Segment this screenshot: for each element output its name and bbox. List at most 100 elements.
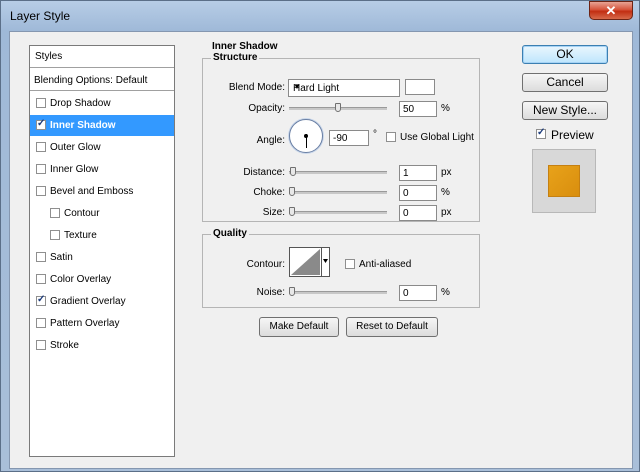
- choke-slider[interactable]: [289, 187, 387, 197]
- section-title: Inner Shadow: [210, 41, 280, 52]
- preview-checkbox[interactable]: [536, 127, 546, 139]
- style-item-checkbox[interactable]: [36, 294, 46, 306]
- size-slider-thumb[interactable]: [289, 207, 295, 216]
- style-item-checkbox[interactable]: [36, 118, 46, 130]
- style-item-label: Outer Glow: [50, 142, 101, 153]
- style-item-color-overlay[interactable]: Color Overlay: [30, 269, 174, 290]
- choke-slider-thumb[interactable]: [289, 187, 295, 196]
- distance-slider-track: [289, 171, 387, 174]
- style-item-label: Gradient Overlay: [50, 296, 126, 307]
- noise-slider-thumb[interactable]: [289, 287, 295, 296]
- use-global-light-label: Use Global Light: [400, 132, 474, 143]
- style-item-contour[interactable]: Contour: [30, 203, 174, 224]
- style-item-bevel-and-emboss[interactable]: Bevel and Emboss: [30, 181, 174, 202]
- reset-to-default-button[interactable]: Reset to Default: [346, 317, 438, 337]
- style-item-stroke[interactable]: Stroke: [30, 335, 174, 356]
- choke-unit: %: [441, 187, 450, 198]
- noise-slider-track: [289, 291, 387, 294]
- style-item-checkbox[interactable]: [36, 274, 46, 284]
- title-bar[interactable]: Layer Style ✕: [1, 1, 639, 31]
- style-item-checkbox[interactable]: [36, 142, 46, 152]
- styles-header[interactable]: Styles: [30, 46, 174, 68]
- noise-label: Noise:: [256, 287, 285, 298]
- chevron-down-icon: ▼: [293, 82, 301, 91]
- choke-slider-track: [289, 191, 387, 194]
- angle-dial[interactable]: [289, 119, 323, 153]
- style-item-label: Inner Glow: [50, 164, 99, 175]
- noise-unit: %: [441, 287, 450, 298]
- style-item-checkbox[interactable]: [50, 208, 60, 218]
- distance-slider-thumb[interactable]: [290, 167, 296, 176]
- ok-button[interactable]: OK: [522, 45, 608, 64]
- style-item-gradient-overlay[interactable]: Gradient Overlay: [30, 291, 174, 312]
- style-item-satin[interactable]: Satin: [30, 247, 174, 268]
- distance-unit: px: [441, 167, 452, 178]
- size-slider[interactable]: [289, 207, 387, 217]
- layer-style-window: Layer Style ✕ Styles Blending Options: D…: [0, 0, 640, 472]
- style-item-inner-glow[interactable]: Inner Glow: [30, 159, 174, 180]
- close-button[interactable]: ✕: [589, 1, 633, 20]
- cancel-button[interactable]: Cancel: [522, 73, 608, 92]
- style-item-label: Bevel and Emboss: [50, 186, 134, 197]
- styles-header-label: Styles: [35, 51, 63, 62]
- angle-input[interactable]: -90: [329, 130, 369, 146]
- style-item-drop-shadow[interactable]: Drop Shadow: [30, 93, 174, 114]
- style-item-inner-shadow[interactable]: Inner Shadow: [30, 115, 174, 136]
- preview-box: [532, 149, 596, 213]
- make-default-button[interactable]: Make Default: [259, 317, 339, 337]
- anti-aliased-checkbox[interactable]: [345, 259, 355, 269]
- style-item-texture[interactable]: Texture: [30, 225, 174, 246]
- blend-mode-label: Blend Mode:: [228, 82, 285, 93]
- opacity-unit: %: [441, 103, 450, 114]
- new-style-button[interactable]: New Style...: [522, 101, 608, 120]
- style-item-label: Drop Shadow: [50, 98, 111, 109]
- style-item-checkbox[interactable]: [36, 186, 46, 196]
- distance-input[interactable]: 1: [399, 165, 437, 181]
- opacity-slider-thumb[interactable]: [335, 103, 341, 112]
- angle-dial-center: [304, 134, 308, 138]
- choke-input[interactable]: 0: [399, 185, 437, 201]
- style-item-checkbox[interactable]: [36, 340, 46, 350]
- window-title: Layer Style: [10, 9, 71, 23]
- style-item-label: Color Overlay: [50, 274, 112, 285]
- blend-mode-select[interactable]: Hard Light ▼: [288, 79, 400, 97]
- size-unit: px: [441, 207, 452, 218]
- style-item-label: Inner Shadow: [50, 120, 116, 131]
- style-item-checkbox[interactable]: [36, 318, 46, 328]
- style-item-checkbox[interactable]: [36, 252, 46, 262]
- use-global-light-checkbox[interactable]: [386, 132, 396, 142]
- contour-linear-icon: [290, 248, 328, 276]
- blending-options-item[interactable]: Blending Options: Default: [30, 70, 174, 91]
- style-item-label: Texture: [64, 230, 97, 241]
- distance-label: Distance:: [243, 167, 285, 178]
- size-label: Size:: [262, 207, 285, 218]
- noise-slider[interactable]: [289, 287, 387, 297]
- opacity-slider[interactable]: [289, 103, 387, 113]
- quality-title: Quality: [211, 228, 249, 239]
- preview-swatch: [548, 165, 580, 197]
- structure-group: Structure Blend Mode: Hard Light ▼ Opaci…: [202, 52, 480, 222]
- style-item-checkbox[interactable]: [36, 164, 46, 174]
- style-item-pattern-overlay[interactable]: Pattern Overlay: [30, 313, 174, 334]
- style-item-outer-glow[interactable]: Outer Glow: [30, 137, 174, 158]
- anti-aliased-label: Anti-aliased: [359, 259, 412, 270]
- dialog-client: Styles Blending Options: Default Drop Sh…: [9, 31, 633, 469]
- style-item-checkbox[interactable]: [50, 230, 60, 240]
- angle-unit: °: [373, 129, 377, 140]
- opacity-label: Opacity:: [248, 103, 285, 114]
- shadow-color-swatch[interactable]: [405, 79, 435, 95]
- style-item-label: Contour: [64, 208, 100, 219]
- size-slider-track: [289, 211, 387, 214]
- close-icon: ✕: [605, 3, 617, 18]
- noise-input[interactable]: 0: [399, 285, 437, 301]
- distance-slider[interactable]: [289, 167, 387, 177]
- style-item-label: Pattern Overlay: [50, 318, 120, 329]
- style-item-label: Stroke: [50, 340, 79, 351]
- contour-picker[interactable]: [289, 247, 330, 277]
- structure-title: Structure: [211, 52, 260, 63]
- style-item-label: Satin: [50, 252, 73, 263]
- choke-label: Choke:: [253, 187, 285, 198]
- size-input[interactable]: 0: [399, 205, 437, 221]
- opacity-input[interactable]: 50: [399, 101, 437, 117]
- style-item-checkbox[interactable]: [36, 98, 46, 108]
